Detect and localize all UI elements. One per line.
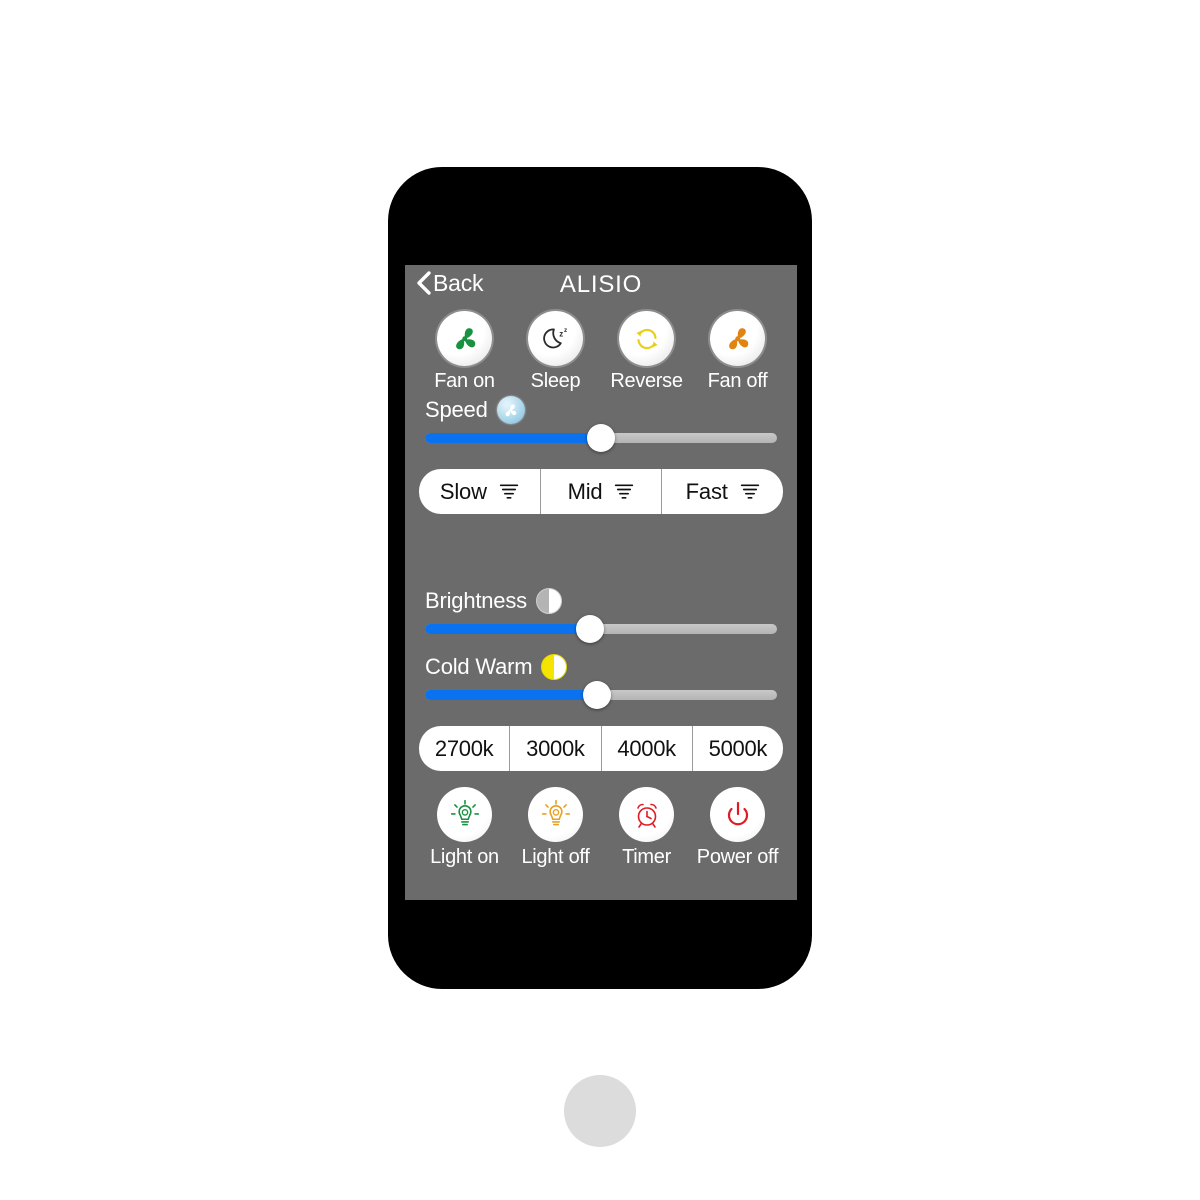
light-on-label: Light on (430, 846, 499, 868)
speed-mode-slow[interactable]: Slow (419, 469, 541, 514)
light-on-button[interactable]: Light on (419, 787, 510, 869)
cold-warm-header: Cold Warm (425, 650, 777, 684)
fan-badge-icon (496, 396, 525, 424)
svg-text:z: z (563, 327, 566, 334)
cold-warm-slider-block: Cold Warm (405, 650, 797, 709)
half-circle-gray-icon (535, 588, 562, 614)
fan-on-icon-circle (437, 311, 492, 366)
speed-mode-fast-label: Fast (685, 478, 728, 504)
speed-mode-mid[interactable]: Mid (541, 469, 663, 514)
fan-icon (728, 327, 748, 349)
cold-warm-slider-track[interactable] (425, 681, 777, 709)
power-off-label: Power off (696, 846, 779, 868)
reverse-icon-circle (619, 311, 674, 366)
speed-mode-slow-label: Slow (439, 478, 487, 504)
speed-slider-fill (425, 433, 601, 443)
speed-mode-fast[interactable]: Fast (662, 469, 783, 514)
timer-button[interactable]: Timer (601, 787, 692, 869)
brightness-label: Brightness (425, 588, 527, 613)
cold-warm-slider-fill (425, 690, 598, 700)
speed-header: Speed (425, 393, 777, 427)
svg-text:z: z (559, 329, 563, 338)
timer-icon-circle (619, 787, 674, 842)
light-off-button[interactable]: Light off (510, 787, 601, 869)
page-title: ALISIO (559, 271, 643, 298)
brightness-header: Brightness (425, 584, 777, 618)
speed-slider-thumb[interactable] (587, 424, 615, 452)
speed-mode-segmented-control: Slow Mid Fast (419, 469, 783, 514)
cold-warm-label: Cold Warm (425, 654, 533, 679)
screenshot-root: Back ALISIO Fan on z z Sleep Reverse Fan… (0, 0, 1200, 1200)
light-off-icon-circle (528, 787, 583, 842)
brightness-slider-fill (425, 624, 591, 634)
fan-icon (455, 327, 475, 349)
power-off-icon-circle (710, 787, 765, 842)
bulb-off-icon (541, 799, 570, 825)
speed-slider-block: Speed (405, 393, 797, 452)
color-temp-5000k[interactable]: 5000k (693, 726, 783, 771)
speed-label: Speed (425, 397, 488, 422)
light-control-row: Light on Light off Timer Power off (405, 787, 797, 869)
fan-on-button[interactable]: Fan on (419, 311, 510, 393)
tornado-icon (740, 484, 759, 499)
sleep-icon-circle: z z (528, 311, 583, 366)
app-screen: Back ALISIO Fan on z z Sleep Reverse Fan… (405, 265, 797, 900)
light-off-label: Light off (521, 846, 590, 868)
bulb-on-icon (450, 799, 479, 825)
half-circle-yellow-icon (541, 654, 568, 680)
home-button[interactable] (564, 1075, 636, 1147)
sleep-label: Sleep (530, 370, 581, 392)
fan-on-label: Fan on (434, 370, 495, 392)
brightness-slider-track[interactable] (425, 615, 777, 643)
fan-control-row: Fan on z z Sleep Reverse Fan off (405, 311, 797, 393)
reverse-label: Reverse (610, 370, 683, 392)
color-temp-3000k[interactable]: 3000k (510, 726, 602, 771)
sleep-button[interactable]: z z Sleep (510, 311, 601, 393)
color-temp-2700k[interactable]: 2700k (419, 726, 511, 771)
fan-off-icon-circle (710, 311, 765, 366)
color-temp-4000k[interactable]: 4000k (602, 726, 693, 771)
tornado-icon (499, 484, 518, 499)
fan-off-button[interactable]: Fan off (692, 311, 783, 393)
color-temperature-segmented-control: 2700k 3000k 4000k 5000k (419, 726, 783, 771)
timer-label: Timer (622, 846, 671, 868)
power-off-button[interactable]: Power off (692, 787, 783, 869)
reverse-arrows-icon (636, 328, 657, 349)
alarm-clock-icon (636, 803, 657, 828)
reverse-button[interactable]: Reverse (601, 311, 692, 393)
power-icon (727, 801, 748, 825)
speed-mode-mid-label: Mid (567, 478, 603, 504)
navigation-bar: Back ALISIO (405, 265, 797, 311)
fan-glyph-icon (505, 403, 517, 416)
brightness-slider-block: Brightness (405, 584, 797, 643)
speed-slider-track[interactable] (425, 424, 777, 452)
fan-off-label: Fan off (707, 370, 768, 392)
moon-sleep-icon: z z (542, 327, 567, 348)
tornado-icon (615, 484, 634, 499)
light-on-icon-circle (437, 787, 492, 842)
